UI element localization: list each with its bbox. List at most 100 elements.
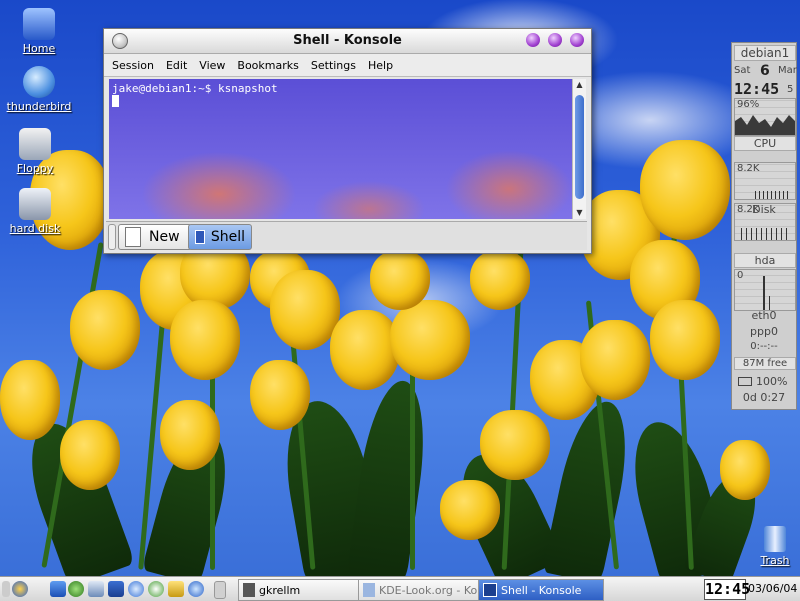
panel-hide-arrow-icon[interactable] [2,581,10,597]
konqueror-task-icon [363,583,375,597]
gk-battery-value: 100% [756,375,788,388]
wallpaper-stem [410,360,415,570]
hda-graph-bar [769,296,770,310]
trash-icon [764,526,786,552]
settings-icon[interactable] [68,581,84,597]
wallpaper-tulip [580,320,650,400]
gk-date-num: 6 [760,63,770,79]
menu-help[interactable]: Help [368,59,393,72]
cpu-graph[interactable]: 96% [734,98,796,136]
wallpaper-tulip [70,290,140,370]
window-titlebar[interactable]: Shell - Konsole [104,29,591,54]
wallpaper-tulip [480,410,550,480]
home-folder-icon[interactable] [128,581,144,597]
session-tab-bar: New Shell [106,221,587,250]
gk-day: Sat [734,65,751,76]
trash-label: Trash [760,554,790,567]
gk-time: 12:45 [734,80,780,98]
konsole-window[interactable]: Shell - Konsole Session Edit View Bookma… [103,28,592,254]
panel-clock[interactable]: 12:45 [704,579,750,600]
task-kde-look[interactable]: KDE-Look.org - Ko [358,579,482,601]
desktop-icon-floppy[interactable]: Floppy [0,128,70,175]
gk-proc-value-1: 8.2K [737,163,760,174]
menu-view[interactable]: View [199,59,225,72]
wallpaper-tulip [270,270,340,350]
disk-graph-bars [741,228,791,240]
minimize-button[interactable] [526,33,540,47]
desktop-icon-label: Floppy [16,162,54,175]
gk-seconds: 5 [787,84,794,95]
thunderbird-icon [23,66,55,98]
terminal-cursor [112,95,119,107]
desktop-icon[interactable] [88,581,104,597]
home-icon [23,8,55,40]
gkrellm-monitor[interactable]: debian1 Sat 6 Mar 12:45 5 96% CPU 8.2K 8… [731,42,797,410]
wallpaper-tulip [60,420,120,490]
kmenu-icon[interactable] [12,581,28,597]
wallpaper-tulip [390,300,470,380]
gk-hda-value: 0 [737,270,744,281]
new-session-button[interactable]: New [118,224,192,250]
cpu-graph-fill [735,115,795,135]
task-label: KDE-Look.org - Ko [379,583,478,597]
desktop-icon-trash[interactable]: Trash [752,526,798,567]
gk-cpu-percent: 96% [737,99,760,110]
proc-graph[interactable]: 8.2K [734,162,796,200]
gk-clock: 12:45 5 [734,80,794,98]
gk-mem-label: 87M free [734,357,796,370]
wallpaper-tulip [160,400,220,470]
menubar: Session Edit View Bookmarks Settings Hel… [104,54,591,77]
pager-icon[interactable] [214,581,226,599]
menu-bookmarks[interactable]: Bookmarks [237,59,298,72]
task-label: gkrellm [259,583,301,597]
tab-shell[interactable]: Shell [188,224,252,250]
hda-graph[interactable]: 0 [734,269,796,311]
wallpaper-tulip [650,300,720,380]
gk-ppp-label: ppp0 [750,325,778,338]
task-gkrellm[interactable]: gkrellm [238,579,362,601]
desktop-icon-label: hard disk [9,222,61,235]
thunderbird-launcher-icon[interactable] [148,581,164,597]
browser-launcher-icon[interactable] [188,581,204,597]
close-button[interactable] [570,33,584,47]
gk-month: Mar [778,65,797,76]
gk-disk-label: Disk [752,203,776,216]
gk-uptime: 0d 0:27 [742,391,786,404]
window-title: Shell - Konsole [293,33,402,48]
gk-hostname: debian1 [734,45,796,61]
scroll-up-icon[interactable]: ▲ [573,79,586,91]
terminal-prompt-line: jake@debian1:~$ ksnapshot [112,82,278,95]
menu-edit[interactable]: Edit [166,59,187,72]
desktop-icon-home[interactable]: Home [4,8,74,55]
desktop-icon-label: thunderbird [6,100,72,113]
wallpaper-leaf [541,395,639,585]
desktop-icon-hard-disk[interactable]: hard disk [0,188,70,235]
gkrellm-task-icon [243,583,255,597]
konsole-task-icon [483,583,497,597]
scrollbar-thumb[interactable] [575,95,584,199]
task-shell-konsole[interactable]: Shell - Konsole [478,579,604,601]
wallpaper-leaf [346,376,434,584]
wallpaper-tulip [470,250,530,310]
wallpaper-tulip [640,140,730,240]
wallpaper-tulip [330,310,400,390]
menu-settings[interactable]: Settings [311,59,356,72]
terminal-area[interactable]: jake@debian1:~$ ksnapshot [109,79,572,219]
wallpaper-tulip [370,250,430,310]
gk-cpu-label: CPU [734,136,796,151]
wallpaper-tulip [440,480,500,540]
new-document-icon [125,227,141,247]
desktop-icon-label: Home [22,42,56,55]
desktop-icon-thunderbird[interactable]: thunderbird [4,66,74,113]
maximize-button[interactable] [548,33,562,47]
hda-graph-bar [763,276,765,310]
menu-session[interactable]: Session [112,59,154,72]
konqueror-icon[interactable] [50,581,66,597]
kde-panel: gkrellm KDE-Look.org - Ko Shell - Konsol… [0,576,800,601]
terminal-icon [195,230,205,244]
wallpaper-tulip [170,300,240,380]
scroll-down-icon[interactable]: ▼ [573,207,586,219]
vertical-scrollbar[interactable]: ▲ ▼ [572,79,586,219]
app-launcher-icon[interactable] [168,581,184,597]
terminal-launcher-icon[interactable] [108,581,124,597]
